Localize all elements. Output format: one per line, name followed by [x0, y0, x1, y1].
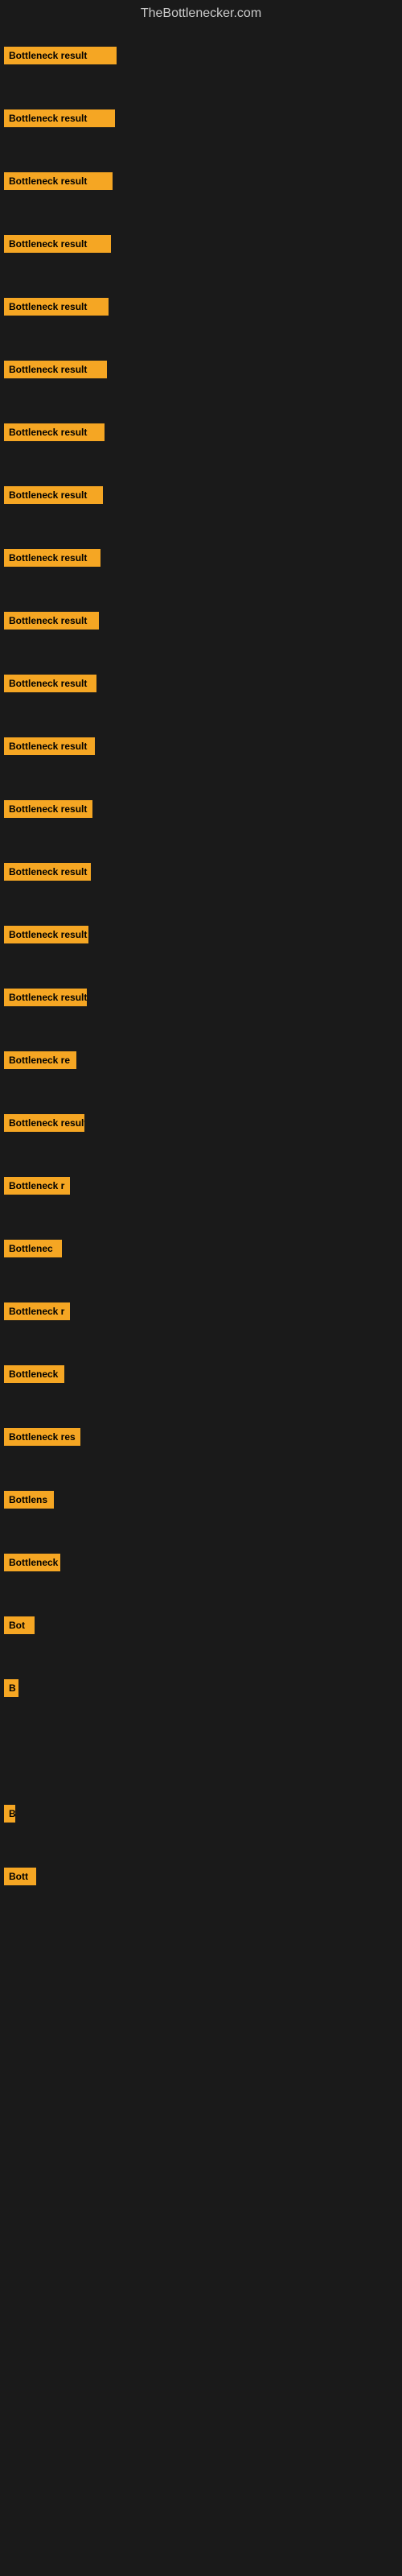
bottleneck-badge[interactable]: Bottleneck result — [4, 737, 95, 755]
site-title: TheBottlenecker.com — [0, 0, 402, 24]
bottleneck-row: B — [0, 1657, 402, 1719]
bottleneck-row: Bottleneck result — [0, 464, 402, 526]
bottleneck-row: Bottleneck r — [0, 1154, 402, 1217]
bottleneck-row: Bottleneck result — [0, 778, 402, 840]
bottleneck-badge[interactable]: B — [4, 1679, 18, 1697]
bottleneck-badge[interactable]: Bott — [4, 1868, 36, 1885]
bottleneck-row: Bottleneck result — [0, 1092, 402, 1154]
bottleneck-badge[interactable]: Bottleneck — [4, 1554, 60, 1571]
bottleneck-badge[interactable]: Bottleneck re — [4, 1051, 76, 1069]
bottleneck-row: Bottleneck result — [0, 213, 402, 275]
bottleneck-row: Bottleneck result — [0, 652, 402, 715]
bottleneck-row: Bottleneck result — [0, 966, 402, 1029]
bottleneck-badge[interactable]: Bottleneck result — [4, 298, 109, 316]
bottleneck-row: Bottleneck result — [0, 589, 402, 652]
bottleneck-badge[interactable]: B — [4, 1805, 15, 1823]
bottleneck-badge[interactable]: Bottlens — [4, 1491, 54, 1509]
bottleneck-row: Bottleneck result — [0, 401, 402, 464]
bottleneck-row: Bottleneck result — [0, 24, 402, 87]
bottleneck-badge[interactable]: Bottleneck result — [4, 423, 105, 441]
bottleneck-badge[interactable]: Bottleneck result — [4, 989, 87, 1006]
bottleneck-row: Bottleneck r — [0, 1280, 402, 1343]
bottleneck-badge[interactable]: Bottleneck result — [4, 675, 96, 692]
bottleneck-badge[interactable]: Bottleneck result — [4, 800, 92, 818]
bottleneck-badge[interactable]: Bottleneck result — [4, 549, 100, 567]
bottleneck-badge[interactable]: Bottleneck — [4, 1365, 64, 1383]
bottleneck-row: Bottleneck result — [0, 275, 402, 338]
bottleneck-badge[interactable]: Bottleneck result — [4, 1114, 84, 1132]
bottleneck-badge[interactable]: Bottlenec — [4, 1240, 62, 1257]
bottleneck-badge[interactable]: Bottleneck result — [4, 361, 107, 378]
bottleneck-row: Bottleneck res — [0, 1406, 402, 1468]
bottleneck-row: Bottlenec — [0, 1217, 402, 1280]
bottleneck-row: Bottleneck — [0, 1343, 402, 1406]
bottleneck-row: Bottlens — [0, 1468, 402, 1531]
bottleneck-row — [0, 1719, 402, 1782]
rows-container: Bottleneck result Bottleneck result Bottle… — [0, 24, 402, 1908]
bottleneck-badge[interactable]: Bottleneck result — [4, 863, 91, 881]
bottleneck-badge[interactable]: Bottleneck result — [4, 486, 103, 504]
bottleneck-row: Bottleneck re — [0, 1029, 402, 1092]
bottleneck-row: Bottleneck result — [0, 150, 402, 213]
bottleneck-row: Bottleneck result — [0, 840, 402, 903]
bottleneck-row: Bottleneck result — [0, 87, 402, 150]
bottleneck-row: Bottleneck result — [0, 715, 402, 778]
bottleneck-badge[interactable]: Bottleneck r — [4, 1177, 70, 1195]
site-title-container: TheBottlenecker.com — [0, 0, 402, 24]
bottleneck-badge[interactable]: Bottleneck res — [4, 1428, 80, 1446]
bottleneck-row: Bott — [0, 1845, 402, 1908]
bottleneck-badge[interactable]: Bottleneck result — [4, 47, 117, 64]
bottleneck-badge[interactable]: Bottleneck result — [4, 235, 111, 253]
bottleneck-row: Bottleneck — [0, 1531, 402, 1594]
bottleneck-badge[interactable]: Bot — [4, 1616, 35, 1634]
bottleneck-row: Bottleneck result — [0, 526, 402, 589]
bottleneck-row: B — [0, 1782, 402, 1845]
bottleneck-badge[interactable]: Bottleneck result — [4, 172, 113, 190]
bottleneck-row: Bottleneck result — [0, 903, 402, 966]
bottleneck-row: Bot — [0, 1594, 402, 1657]
bottleneck-badge[interactable]: Bottleneck result — [4, 109, 115, 127]
bottleneck-badge[interactable]: Bottleneck result — [4, 926, 88, 943]
bottleneck-badge[interactable]: Bottleneck result — [4, 612, 99, 630]
bottleneck-row: Bottleneck result — [0, 338, 402, 401]
bottleneck-badge[interactable]: Bottleneck r — [4, 1302, 70, 1320]
